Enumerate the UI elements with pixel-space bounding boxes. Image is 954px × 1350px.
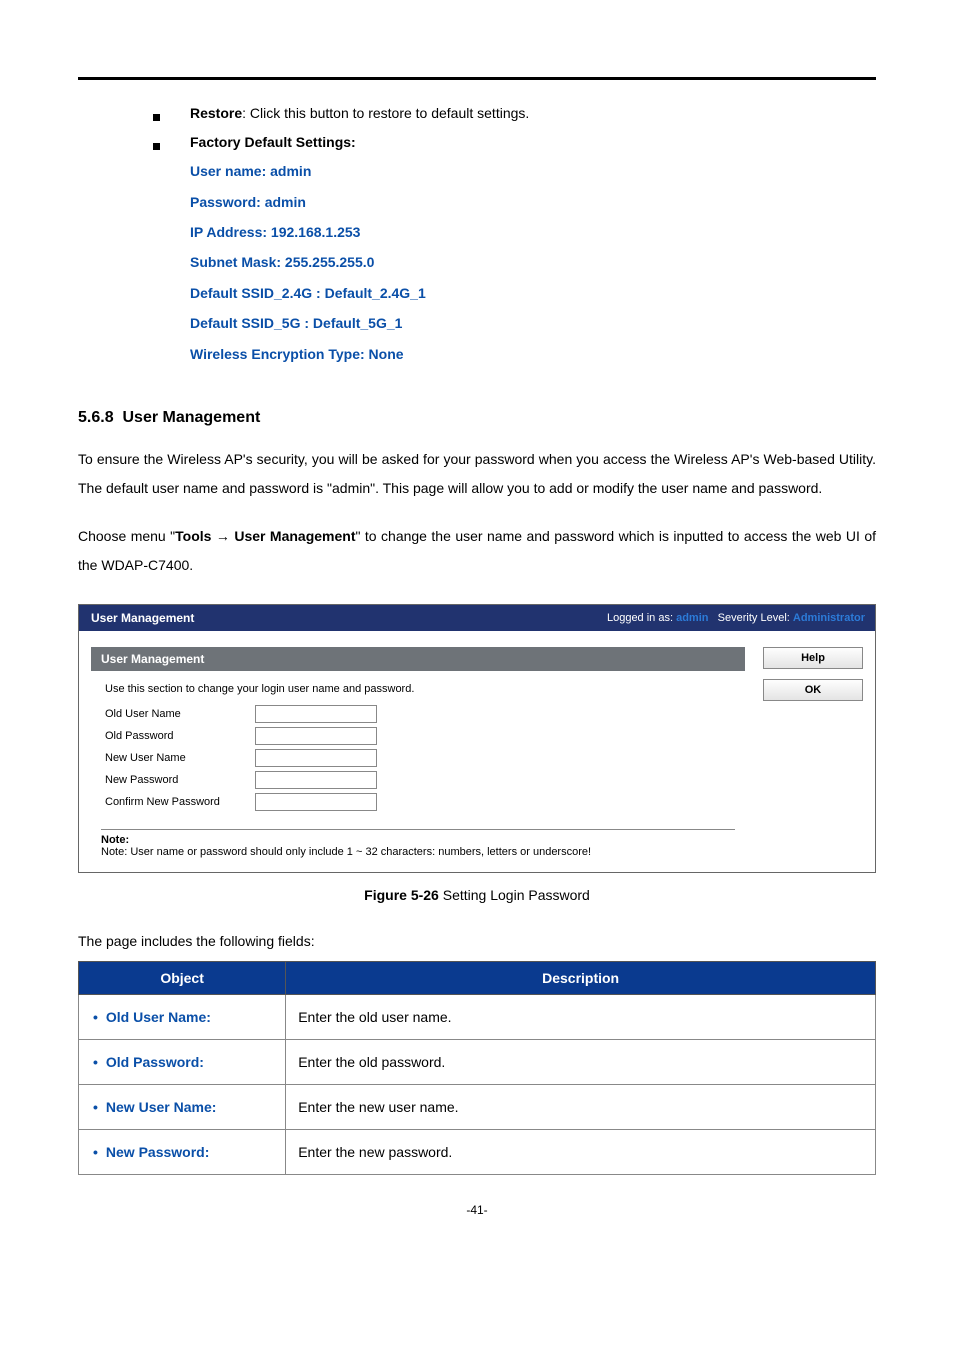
note-title: Note:	[101, 834, 129, 846]
para2-a: Choose menu "	[78, 528, 175, 544]
input-new-user[interactable]	[255, 749, 377, 767]
label-new-user: New User Name	[105, 752, 255, 764]
square-bullet-icon	[153, 114, 160, 121]
panel-title: User Management	[91, 647, 745, 671]
factory-label: Factory Default Settings:	[190, 129, 356, 156]
default-user-name: User name: admin	[190, 157, 876, 186]
dot-bullet-icon: •	[93, 1099, 98, 1115]
figure-caption-text: Setting Login Password	[439, 887, 590, 903]
section-heading: 5.6.8 User Management	[78, 409, 876, 427]
logged-label: Logged in as:	[607, 612, 676, 624]
topbar-status: Logged in as: admin Severity Level: Admi…	[607, 612, 865, 624]
topbar-title: User Management	[91, 611, 194, 625]
restore-desc: : Click this button to restore to defaul…	[242, 105, 529, 121]
section-title: User Management	[122, 409, 260, 426]
default-ip: IP Address: 192.168.1.253	[190, 218, 876, 247]
figure-caption: Figure 5-26 Setting Login Password	[78, 887, 876, 903]
restore-label: Restore	[190, 105, 242, 121]
bullet-factory: Factory Default Settings:	[153, 129, 876, 156]
label-confirm-pass: Confirm New Password	[105, 796, 255, 808]
table-row: • Old User Name: Enter the old user name.	[79, 995, 876, 1040]
top-rule	[78, 77, 876, 80]
label-old-pass: Old Password	[105, 730, 255, 742]
row-old-user: Old User Name	[105, 705, 745, 723]
figure-screenshot: User Management Logged in as: admin Seve…	[78, 604, 876, 873]
dot-bullet-icon: •	[93, 1009, 98, 1025]
input-old-user[interactable]	[255, 705, 377, 723]
label-new-pass: New Password	[105, 774, 255, 786]
th-object: Object	[79, 962, 286, 995]
input-confirm-pass[interactable]	[255, 793, 377, 811]
label-old-user: Old User Name	[105, 708, 255, 720]
arrow-icon: →	[211, 528, 234, 544]
severity-value: Administrator	[793, 612, 865, 624]
row-new-pass: New Password	[105, 771, 745, 789]
dot-bullet-icon: •	[93, 1054, 98, 1070]
row-new-user: New User Name	[105, 749, 745, 767]
default-ssid-5: Default SSID_5G : Default_5G_1	[190, 309, 876, 338]
desc-cell: Enter the old password.	[286, 1040, 876, 1085]
fields-intro: The page includes the following fields:	[78, 933, 876, 949]
figure-caption-number: Figure 5-26	[364, 887, 439, 903]
table-row: • Old Password: Enter the old password.	[79, 1040, 876, 1085]
default-encryption: Wireless Encryption Type: None	[190, 340, 876, 369]
obj-cell: Old Password:	[106, 1054, 204, 1070]
desc-cell: Enter the new password.	[286, 1130, 876, 1175]
input-old-pass[interactable]	[255, 727, 377, 745]
default-subnet: Subnet Mask: 255.255.255.0	[190, 248, 876, 277]
help-button[interactable]: Help	[763, 647, 863, 669]
para2-usermgmt: User Management	[234, 528, 355, 544]
figure-topbar: User Management Logged in as: admin Seve…	[79, 605, 875, 631]
square-bullet-icon	[153, 143, 160, 150]
bullet-list: Restore: Click this button to restore to…	[153, 100, 876, 155]
factory-defaults-block: User name: admin Password: admin IP Addr…	[190, 157, 876, 369]
note-body: Note: User name or password should only …	[101, 846, 591, 858]
desc-cell: Enter the old user name.	[286, 995, 876, 1040]
bullet-text: Restore: Click this button to restore to…	[190, 100, 529, 127]
th-description: Description	[286, 962, 876, 995]
obj-cell: New Password:	[106, 1144, 209, 1160]
para2-tools: Tools	[175, 528, 211, 544]
row-confirm-pass: Confirm New Password	[105, 793, 745, 811]
default-password: Password: admin	[190, 188, 876, 217]
desc-cell: Enter the new user name.	[286, 1085, 876, 1130]
panel-help-text: Use this section to change your login us…	[105, 683, 745, 695]
severity-label: Severity Level:	[718, 612, 793, 624]
default-ssid-24: Default SSID_2.4G : Default_2.4G_1	[190, 279, 876, 308]
logged-user: admin	[676, 612, 708, 624]
section-number: 5.6.8	[78, 409, 114, 426]
ok-button[interactable]: OK	[763, 679, 863, 701]
row-old-pass: Old Password	[105, 727, 745, 745]
section-para-2: Choose menu "Tools → User Management" to…	[78, 522, 876, 581]
bullet-restore: Restore: Click this button to restore to…	[153, 100, 876, 127]
obj-cell: New User Name:	[106, 1099, 217, 1115]
note-block: Note: Note: User name or password should…	[101, 829, 735, 858]
section-para-1: To ensure the Wireless AP's security, yo…	[78, 445, 876, 504]
table-row: • New User Name: Enter the new user name.	[79, 1085, 876, 1130]
fields-table: Object Description • Old User Name: Enter…	[78, 961, 876, 1175]
page-number: -41-	[78, 1203, 876, 1217]
obj-cell: Old User Name:	[106, 1009, 211, 1025]
table-row: • New Password: Enter the new password.	[79, 1130, 876, 1175]
input-new-pass[interactable]	[255, 771, 377, 789]
dot-bullet-icon: •	[93, 1144, 98, 1160]
